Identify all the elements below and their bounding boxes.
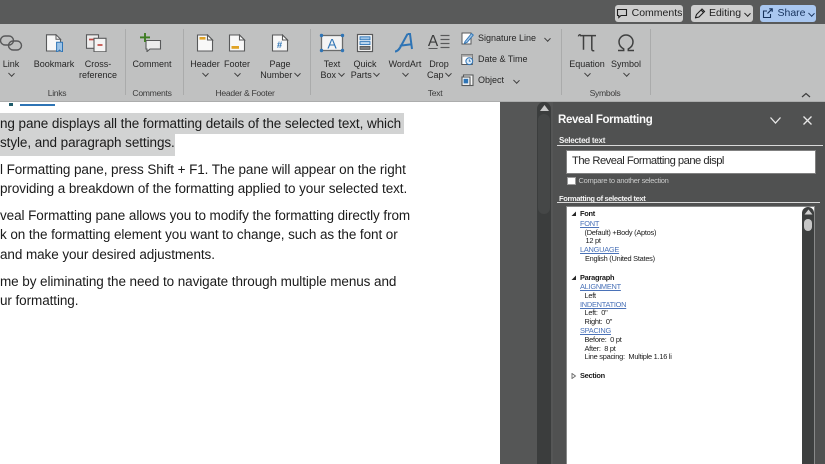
svg-text:A: A	[327, 35, 337, 51]
svg-text:A: A	[428, 33, 439, 50]
svg-text:#: #	[277, 40, 283, 51]
